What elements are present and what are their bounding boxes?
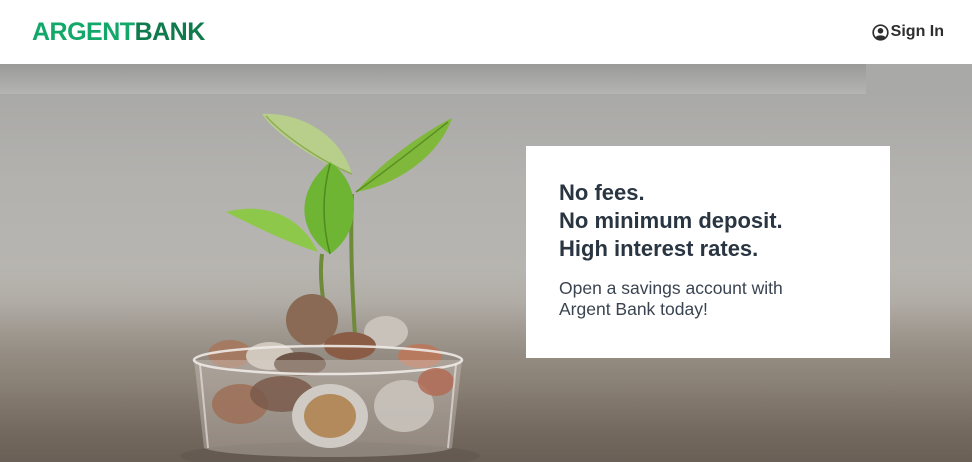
site-header: ARGENT BANK Sign In	[0, 0, 972, 64]
promo-card: No fees. No minimum deposit. High intere…	[526, 146, 890, 358]
user-circle-icon	[872, 23, 889, 41]
argent-bank-logo[interactable]: ARGENT BANK	[32, 18, 205, 47]
promo-headline: No fees. No minimum deposit. High intere…	[559, 179, 870, 263]
promo-subtext: Open a savings account with Argent Bank …	[559, 278, 783, 319]
headline-line: High interest rates.	[559, 236, 759, 261]
sign-in-link[interactable]: Sign In	[872, 23, 944, 41]
hero-banner: No fees. No minimum deposit. High intere…	[0, 64, 972, 462]
sign-in-label: Sign In	[890, 23, 944, 40]
headline-line: No minimum deposit.	[559, 208, 783, 233]
headline-line: No fees.	[559, 180, 645, 205]
logo-argent: ARGENT	[32, 17, 135, 46]
logo-bank: BANK	[134, 17, 206, 46]
